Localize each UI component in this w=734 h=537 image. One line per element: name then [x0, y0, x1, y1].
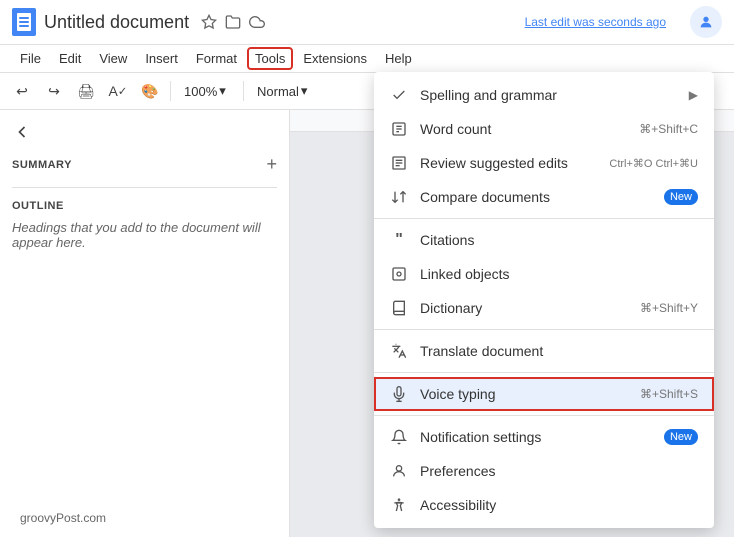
paint-format-button[interactable]: 🎨: [136, 77, 164, 105]
compare-icon: [390, 188, 408, 206]
citations-label: Citations: [420, 232, 698, 248]
style-select[interactable]: Normal ▾: [250, 80, 320, 102]
undo-button[interactable]: ↩: [8, 77, 36, 105]
watermark-text: groovyPost.com: [20, 511, 106, 525]
dropdown-item-citations[interactable]: " Citations: [374, 223, 714, 257]
suggested-shortcut: Ctrl+⌘O Ctrl+⌘U: [609, 157, 698, 170]
title-icons: [201, 14, 265, 30]
menu-help[interactable]: Help: [377, 47, 420, 70]
preferences-label: Preferences: [420, 463, 698, 479]
star-icon[interactable]: [201, 14, 217, 30]
menu-format[interactable]: Format: [188, 47, 245, 70]
outline-label: OUTLINE: [12, 200, 277, 212]
wordcount-icon: [390, 120, 408, 138]
suggested-label: Review suggested edits: [420, 155, 597, 171]
dropdown-item-voice[interactable]: Voice typing ⌘+Shift+S: [374, 377, 714, 411]
menu-file[interactable]: File: [12, 47, 49, 70]
style-dropdown-icon: ▾: [301, 83, 308, 99]
summary-add-button[interactable]: +: [266, 154, 277, 175]
dropdown-item-wordcount[interactable]: Word count ⌘+Shift+C: [374, 112, 714, 146]
watermark: groovyPost.com: [20, 511, 106, 525]
zoom-dropdown-icon: ▾: [219, 83, 226, 99]
menu-view[interactable]: View: [91, 47, 135, 70]
wordcount-shortcut: ⌘+Shift+C: [639, 122, 698, 136]
dictionary-shortcut: ⌘+Shift+Y: [640, 301, 698, 315]
menu-edit[interactable]: Edit: [51, 47, 89, 70]
citations-icon: ": [390, 231, 408, 249]
zoom-value: 100%: [184, 84, 217, 99]
user-avatar[interactable]: [690, 6, 722, 38]
tools-dropdown: Spelling and grammar ▶ Word count ⌘+Shif…: [374, 72, 714, 528]
dropdown-item-preferences[interactable]: Preferences: [374, 454, 714, 488]
dropdown-item-dictionary[interactable]: Dictionary ⌘+Shift+Y: [374, 291, 714, 325]
zoom-select[interactable]: 100% ▾: [177, 80, 237, 102]
translate-icon: [390, 342, 408, 360]
wordcount-label: Word count: [420, 121, 627, 137]
style-value: Normal: [257, 84, 299, 99]
dropdown-separator-3: [374, 372, 714, 373]
suggested-icon: [390, 154, 408, 172]
dropdown-item-spelling[interactable]: Spelling and grammar ▶: [374, 78, 714, 112]
notifications-new-badge: New: [664, 429, 698, 445]
linked-icon: [390, 265, 408, 283]
menu-extensions[interactable]: Extensions: [295, 47, 375, 70]
dropdown-separator-1: [374, 218, 714, 219]
spelling-arrow: ▶: [689, 88, 698, 102]
summary-header: SUMMARY +: [12, 154, 277, 175]
redo-button[interactable]: ↪: [40, 77, 68, 105]
user-avatar-area: [682, 6, 722, 38]
spelling-icon: [390, 86, 408, 104]
dropdown-item-suggested[interactable]: Review suggested edits Ctrl+⌘O Ctrl+⌘U: [374, 146, 714, 180]
toolbar-separator-2: [243, 81, 244, 101]
voice-icon: [390, 385, 408, 403]
menu-insert[interactable]: Insert: [137, 47, 186, 70]
summary-label: SUMMARY: [12, 159, 72, 171]
dropdown-item-notifications[interactable]: Notification settings New: [374, 420, 714, 454]
dropdown-item-linked[interactable]: Linked objects: [374, 257, 714, 291]
document-title[interactable]: Untitled document: [44, 12, 189, 33]
compare-new-badge: New: [664, 189, 698, 205]
doc-icon: [12, 8, 36, 36]
dictionary-icon: [390, 299, 408, 317]
dictionary-label: Dictionary: [420, 300, 628, 316]
dropdown-separator-2: [374, 329, 714, 330]
accessibility-label: Accessibility: [420, 497, 698, 513]
toolbar-separator-1: [170, 81, 171, 101]
linked-label: Linked objects: [420, 266, 698, 282]
menu-bar: File Edit View Insert Format Tools Exten…: [0, 45, 734, 73]
cloud-icon[interactable]: [249, 14, 265, 30]
voice-label: Voice typing: [420, 386, 628, 402]
spellcheck-button[interactable]: A✓: [104, 77, 132, 105]
dropdown-item-accessibility[interactable]: Accessibility: [374, 488, 714, 522]
folder-icon[interactable]: [225, 14, 241, 30]
translate-label: Translate document: [420, 343, 698, 359]
sidebar-back-button[interactable]: [12, 122, 277, 142]
dropdown-separator-4: [374, 415, 714, 416]
title-bar: Untitled document Last edit was seconds …: [0, 0, 734, 45]
dropdown-item-compare[interactable]: Compare documents New: [374, 180, 714, 214]
sidebar-divider: [12, 187, 277, 188]
menu-tools[interactable]: Tools: [247, 47, 293, 70]
dropdown-item-translate[interactable]: Translate document: [374, 334, 714, 368]
last-edit-text: Last edit was seconds ago: [525, 15, 666, 29]
voice-shortcut: ⌘+Shift+S: [640, 387, 698, 401]
accessibility-icon: [390, 496, 408, 514]
preferences-icon: [390, 462, 408, 480]
outline-description: Headings that you add to the document wi…: [12, 220, 277, 250]
notifications-label: Notification settings: [420, 429, 652, 445]
notifications-icon: [390, 428, 408, 446]
print-button[interactable]: 🖨: [72, 77, 100, 105]
citations-icon-char: ": [395, 231, 403, 249]
sidebar: SUMMARY + OUTLINE Headings that you add …: [0, 110, 290, 537]
spelling-label: Spelling and grammar: [420, 87, 677, 103]
back-arrow-icon: [12, 122, 32, 142]
compare-label: Compare documents: [420, 189, 652, 205]
